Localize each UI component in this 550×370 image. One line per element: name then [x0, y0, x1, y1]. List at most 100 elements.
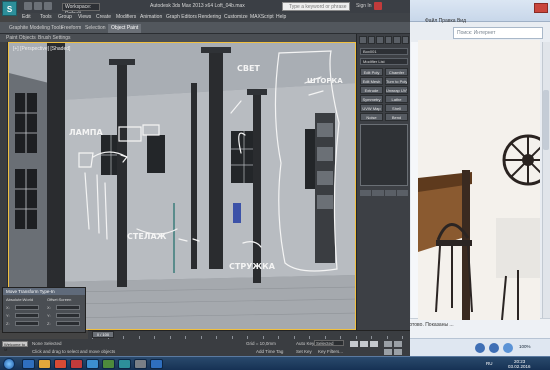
off-x-label: X:	[47, 305, 51, 310]
menu-edit[interactable]: Edit	[22, 14, 31, 20]
menu-group[interactable]: Group	[58, 14, 72, 20]
modifier-lathe-button[interactable]: Lathe	[385, 95, 408, 103]
new-icon[interactable]	[24, 2, 32, 10]
last-frame-icon[interactable]	[370, 341, 378, 347]
abs-z-field[interactable]	[15, 321, 39, 326]
maxscript-listener[interactable]: Welcome to M	[2, 341, 28, 352]
menu-modifiers[interactable]: Modifiers	[116, 14, 136, 20]
tab-freeform[interactable]: Freeform	[58, 24, 84, 33]
browser-scrollbar[interactable]	[542, 42, 550, 318]
remove-modifier-icon[interactable]	[396, 190, 408, 196]
modifier-unwrap-button[interactable]: Unwrap UVW	[385, 86, 408, 94]
ie-icon[interactable]	[22, 359, 35, 369]
browser-scroll-thumb[interactable]	[543, 90, 549, 150]
refresh-icon[interactable]	[503, 343, 513, 353]
abs-x-field[interactable]	[15, 305, 39, 310]
modifier-uvw-map-button[interactable]: UVW Map	[360, 104, 383, 112]
panel-brush-settings[interactable]: Brush Settings	[38, 35, 71, 41]
menu-customize[interactable]: Customize	[224, 14, 248, 20]
menu-create[interactable]: Create	[96, 14, 111, 20]
opera-icon[interactable]	[54, 359, 67, 369]
app-icon[interactable]	[102, 359, 115, 369]
modifier-edit-mesh-button[interactable]: Edit Mesh	[360, 77, 383, 85]
zoom-icon[interactable]	[384, 341, 392, 347]
off-y-field[interactable]	[56, 313, 80, 318]
pan-icon[interactable]	[394, 341, 402, 347]
maximize-viewport-icon[interactable]	[394, 349, 402, 355]
back-icon[interactable]	[475, 343, 485, 353]
app-logo-button[interactable]: S	[2, 1, 17, 16]
open-icon[interactable]	[34, 2, 42, 10]
utilities-tab-icon[interactable]	[401, 36, 409, 44]
menu-bar: Edit Tools Group Views Create Modifiers …	[18, 13, 410, 22]
clock-date[interactable]: 03.02.2016	[508, 364, 531, 369]
command-panel: Box001 Modifier List Edit Poly Chamfer E…	[356, 34, 410, 330]
orbit-icon[interactable]	[384, 349, 392, 355]
hierarchy-tab-icon[interactable]	[376, 36, 384, 44]
next-frame-icon[interactable]	[360, 341, 368, 347]
media-icon[interactable]	[70, 359, 83, 369]
save-icon[interactable]	[44, 2, 52, 10]
zoom-level[interactable]: 100%	[519, 344, 531, 349]
create-tab-icon[interactable]	[359, 36, 367, 44]
key-set-select[interactable]: Selected	[314, 340, 344, 346]
menu-rendering[interactable]: Rendering	[198, 14, 221, 20]
viewport-label[interactable]: [+] [Perspective] [Shaded]	[13, 46, 70, 52]
browser-search-input[interactable]: Поиск: Интернет	[453, 27, 543, 39]
search-input[interactable]: Type a keyword or phrase	[282, 2, 350, 11]
key-filters-button[interactable]: Key Filters...	[318, 349, 343, 354]
menu-views[interactable]: Views	[78, 14, 91, 20]
modifier-bend-button[interactable]: Bend	[385, 113, 408, 121]
menu-maxscript[interactable]: MAXScript	[250, 14, 274, 20]
object-name-field[interactable]: Box001	[360, 48, 408, 55]
modify-tab-icon[interactable]	[367, 36, 375, 44]
start-button[interactable]	[3, 358, 15, 370]
abs-y-label: Y:	[6, 313, 10, 318]
skype-icon[interactable]	[86, 359, 99, 369]
menu-animation[interactable]: Animation	[140, 14, 162, 20]
modifier-turn-to-poly-button[interactable]: Turn to Poly	[385, 77, 408, 85]
label-lampa: ЛАМПА	[69, 128, 103, 137]
modifier-symmetry-button[interactable]: Symmetry	[360, 95, 383, 103]
sign-in-link[interactable]: Sign In	[356, 0, 372, 13]
add-time-tag-button[interactable]: Add Time Tag	[256, 349, 283, 354]
menu-help[interactable]: Help	[276, 14, 286, 20]
max-taskbar-icon[interactable]	[118, 359, 131, 369]
panel-paint-objects[interactable]: Paint Objects	[6, 35, 36, 41]
modifier-edit-poly-button[interactable]: Edit Poly	[360, 68, 383, 76]
menu-tools[interactable]: Tools	[40, 14, 52, 20]
workspace-select[interactable]: Workspace: Default	[62, 3, 100, 17]
abs-y-field[interactable]	[15, 313, 39, 318]
display-tab-icon[interactable]	[393, 36, 401, 44]
title-bar: Workspace: Default Autodesk 3ds Max 2013…	[0, 0, 410, 17]
pin-stack-icon[interactable]	[360, 190, 372, 196]
off-z-field[interactable]	[56, 321, 80, 326]
help-icon[interactable]	[374, 2, 382, 10]
set-key-button[interactable]: Set Key	[296, 349, 312, 354]
tab-selection[interactable]: Selection	[82, 24, 109, 33]
modifier-noise-button[interactable]: Noise	[360, 113, 383, 121]
tab-graphite-modeling[interactable]: Graphite Modeling Tools	[6, 24, 66, 33]
modifier-list-select[interactable]: Modifier List	[360, 58, 408, 65]
off-x-field[interactable]	[56, 305, 80, 310]
forward-icon[interactable]	[489, 343, 499, 353]
browser-menu[interactable]: Файл Правка Вид	[401, 16, 550, 26]
explorer-icon[interactable]	[38, 359, 51, 369]
make-unique-icon[interactable]	[384, 190, 396, 196]
modifier-stack[interactable]	[360, 124, 408, 186]
time-slider[interactable]: 0 / 100	[92, 331, 114, 338]
modifier-extrude-button[interactable]: Extrude	[360, 86, 383, 94]
language-indicator[interactable]: RU	[486, 361, 493, 366]
word-icon[interactable]	[150, 359, 163, 369]
play-icon[interactable]	[350, 341, 358, 347]
motion-tab-icon[interactable]	[384, 36, 392, 44]
tab-object-paint[interactable]: Object Paint	[108, 24, 142, 33]
modifier-chamfer-button[interactable]: Chamfer	[385, 68, 408, 76]
auto-key-button[interactable]: Auto Key	[296, 341, 314, 346]
browser-close-button[interactable]	[534, 3, 548, 13]
paint-icon[interactable]	[134, 359, 147, 369]
timeline[interactable]	[88, 330, 410, 340]
show-end-result-icon[interactable]	[372, 190, 384, 196]
modifier-shell-button[interactable]: Shell	[385, 104, 408, 112]
menu-graph-editors[interactable]: Graph Editors	[166, 14, 197, 20]
